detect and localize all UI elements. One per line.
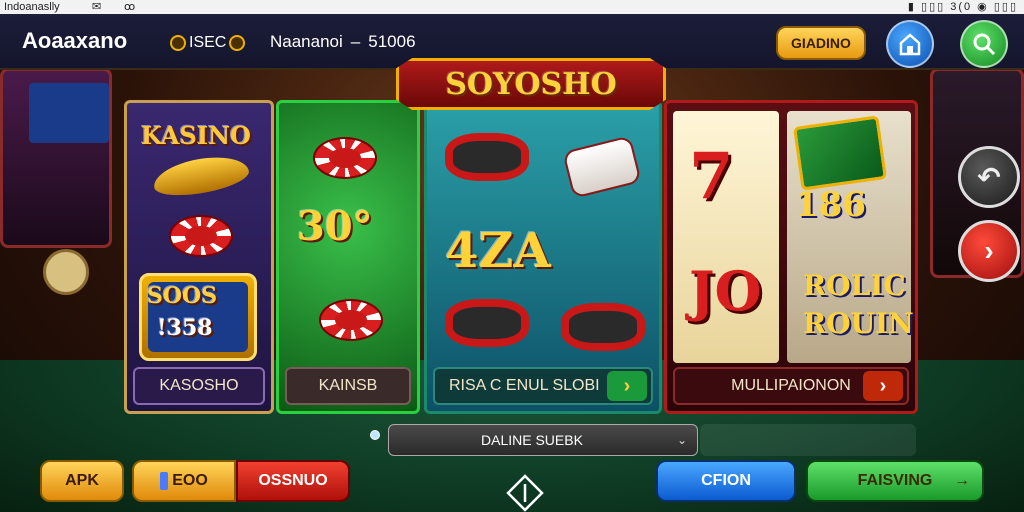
- next-button[interactable]: ›: [958, 220, 1020, 282]
- link-icon: ꝏ: [124, 1, 136, 13]
- status-bar: Indoanaslly ✉ ꝏ ▮ ▯▯▯ 3(0 ◉ ▯▯▯: [0, 0, 1024, 14]
- ring-icon: [445, 299, 529, 347]
- tile-title: KASINO: [141, 121, 251, 150]
- reel-word-top: ROLIC: [803, 269, 906, 302]
- apk-button[interactable]: APK: [40, 460, 124, 502]
- status-select[interactable]: DALINE SUEBK ⌄: [388, 424, 698, 456]
- dice-icon: [562, 135, 642, 199]
- tile-footer-label[interactable]: RISA C ENUL SLOBI ›: [433, 367, 653, 405]
- tile-footer-text: RISA C ENUL SLOBI: [449, 377, 600, 394]
- header-gold-button[interactable]: GIADINO: [776, 26, 866, 60]
- game-tile-red[interactable]: 7 JO 186 ROLIC ROUIN MULLIPAIONON ›: [664, 100, 918, 414]
- game-tile-kasino[interactable]: KASINO SOOS !358 KASOSHO: [124, 100, 274, 414]
- search-button[interactable]: [960, 20, 1008, 68]
- undo-button[interactable]: ↶: [958, 146, 1020, 208]
- cards-icon: [792, 115, 888, 191]
- machine-screen: [29, 83, 109, 143]
- page-title: SOYOSHO: [445, 66, 617, 102]
- status-track: [700, 424, 916, 456]
- home-button[interactable]: [886, 20, 934, 68]
- title-banner: SOYOSHO: [396, 58, 666, 110]
- jackpot-value: !358: [157, 315, 213, 341]
- chevron-right-icon[interactable]: ›: [863, 371, 903, 401]
- status-select-value: DALINE SUEBK: [481, 432, 583, 448]
- home-icon: [899, 33, 921, 56]
- game-tile-teal[interactable]: 4ZA RISA C ENUL SLOBI ›: [424, 100, 662, 414]
- eoo-label: EOO: [172, 472, 208, 489]
- tile-footer-label[interactable]: KASOSHO: [133, 367, 265, 405]
- coin-balance-value: ISEC: [189, 34, 227, 51]
- status-carrier: Indoanaslly: [4, 1, 60, 13]
- background-slot-machine-left: [0, 68, 112, 295]
- arrow-right-icon: →: [954, 472, 970, 489]
- player-score: 51006: [368, 32, 416, 51]
- brand-logo[interactable]: Aoaaxano: [22, 28, 127, 54]
- player-status: Naananoi –51006: [270, 32, 416, 52]
- tile-big-number: 30°: [297, 203, 373, 250]
- ossnuo-button[interactable]: OSSNUO: [236, 460, 350, 502]
- game-tile-green[interactable]: 30° KAINSB: [276, 100, 420, 414]
- ring-icon: [445, 133, 529, 181]
- token-icon: [160, 471, 169, 490]
- diamond-icon[interactable]: [506, 474, 544, 512]
- coin-icon: [229, 35, 246, 51]
- reel-symbol-seven: 7: [689, 139, 734, 214]
- chip-icon: [319, 299, 383, 341]
- coin-balance[interactable]: ISEC: [166, 32, 251, 54]
- player-name: Naananoi: [270, 32, 343, 51]
- coin-icon: [170, 35, 186, 51]
- status-indicators: ▮ ▯▯▯ 3(0 ◉ ▯▯▯: [907, 1, 1018, 13]
- faisving-button[interactable]: FAISVING →: [806, 460, 984, 502]
- tile-footer-label[interactable]: MULLIPAIONON ›: [673, 367, 909, 405]
- faisving-label: FAISVING: [857, 472, 933, 489]
- cfion-button[interactable]: CFION: [656, 460, 796, 502]
- reel-number: 186: [795, 185, 866, 225]
- tile-footer-text: MULLIPAIONON: [731, 377, 851, 394]
- reel-word-bottom: ROUIN: [803, 307, 914, 340]
- status-separator: –: [350, 32, 361, 51]
- ring-icon: [561, 303, 645, 351]
- chevron-down-icon: ⌄: [676, 433, 687, 447]
- mail-icon: ✉: [92, 1, 102, 13]
- chevron-right-icon: ›: [984, 235, 994, 266]
- chip-icon: [169, 215, 233, 257]
- machine-play-icon: [43, 249, 89, 295]
- gold-leaf-icon: [150, 150, 252, 202]
- chevron-right-icon[interactable]: ›: [607, 371, 647, 401]
- tile-footer-label[interactable]: KAINSB: [285, 367, 411, 405]
- eoo-button[interactable]: EOO: [132, 460, 236, 502]
- reel-symbol-jo: JO: [689, 259, 762, 323]
- jackpot-label: SOOS: [147, 283, 218, 309]
- status-indicator-dot: [370, 430, 380, 440]
- chip-icon: [313, 137, 377, 179]
- undo-icon: ↶: [977, 161, 1001, 193]
- tile-big-number: 4ZA: [445, 223, 551, 279]
- search-icon: [973, 33, 996, 56]
